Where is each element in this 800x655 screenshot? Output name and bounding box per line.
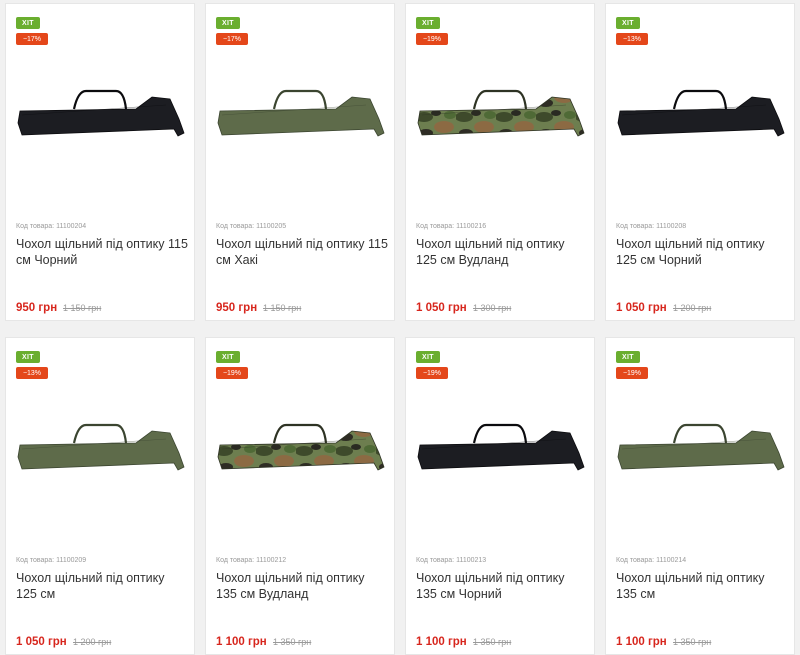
badges: ХІТ −13% [16, 346, 48, 379]
product-title-link[interactable]: Чохол щільний під оптику 115 см Чорний [16, 236, 188, 268]
badges: ХІТ −17% [216, 12, 248, 45]
discount-badge: −19% [216, 367, 248, 379]
discount-badge: −13% [616, 33, 648, 45]
product-code: Код товара: 11100214 [616, 557, 687, 564]
product-old-price: 1 150 грн [263, 303, 302, 313]
product-card[interactable]: ХІТ −17% Код товара: 11100205 Чохол щіль… [205, 3, 395, 321]
product-card[interactable]: ХІТ −13% Код товара: 11100209 Чохол щіль… [5, 337, 195, 655]
product-code: Код товара: 11100205 [216, 223, 287, 230]
badges: ХІТ −19% [416, 346, 448, 379]
product-price: 1 100 грн [216, 636, 267, 648]
product-code: Код товара: 11100216 [416, 223, 487, 230]
product-price: 1 050 грн [416, 302, 467, 314]
product-code: Код товара: 11100208 [616, 223, 687, 230]
gun-case-illustration [217, 423, 385, 471]
hit-badge: ХІТ [16, 351, 40, 363]
product-price: 1 050 грн [616, 302, 667, 314]
product-grid: ХІТ −17% Код товара: 11100204 Чохол щіль… [0, 0, 800, 655]
badges: ХІТ −13% [616, 12, 648, 45]
product-image[interactable] [216, 383, 386, 483]
discount-badge: −17% [16, 33, 48, 45]
badges: ХІТ −19% [616, 346, 648, 379]
gun-case-illustration [617, 89, 785, 137]
gun-case-illustration [417, 423, 585, 471]
product-code: Код товара: 11100209 [16, 557, 87, 564]
product-card[interactable]: ХІТ −17% Код товара: 11100204 Чохол щіль… [5, 3, 195, 321]
product-old-price: 1 350 грн [273, 637, 312, 647]
product-image[interactable] [616, 383, 786, 483]
product-old-price: 1 300 грн [473, 303, 512, 313]
hit-badge: ХІТ [616, 351, 640, 363]
product-price: 1 050 грн [16, 636, 67, 648]
product-image[interactable] [16, 49, 186, 149]
hit-badge: ХІТ [416, 351, 440, 363]
product-title-link[interactable]: Чохол щільний під оптику 135 см Вудланд [216, 570, 388, 602]
product-title-link[interactable]: Чохол щільний під оптику 135 см [616, 570, 788, 602]
product-card[interactable]: ХІТ −19% Код товара: 11100212 Чохол щіль… [205, 337, 395, 655]
product-card[interactable]: ХІТ −19% Код товара: 11100214 Чохол щіль… [605, 337, 795, 655]
badges: ХІТ −19% [216, 346, 248, 379]
product-title-link[interactable]: Чохол щільний під оптику 125 см Чорний [616, 236, 788, 268]
hit-badge: ХІТ [16, 17, 40, 29]
discount-badge: −19% [616, 367, 648, 379]
product-title-link[interactable]: Чохол щільний під оптику 115 см Хакі [216, 236, 388, 268]
gun-case-illustration [17, 423, 185, 471]
badges: ХІТ −17% [16, 12, 48, 45]
product-old-price: 1 350 грн [473, 637, 512, 647]
product-price: 1 100 грн [416, 636, 467, 648]
product-card[interactable]: ХІТ −19% Код товара: 11100213 Чохол щіль… [405, 337, 595, 655]
hit-badge: ХІТ [616, 17, 640, 29]
product-code: Код товара: 11100212 [216, 557, 287, 564]
product-image[interactable] [16, 383, 186, 483]
product-title-link[interactable]: Чохол щільний під оптику 135 см Чорний [416, 570, 588, 602]
hit-badge: ХІТ [416, 17, 440, 29]
product-old-price: 1 150 грн [63, 303, 102, 313]
product-price: 1 100 грн [616, 636, 667, 648]
product-image[interactable] [216, 49, 386, 149]
product-price: 950 грн [216, 302, 258, 314]
product-old-price: 1 350 грн [673, 637, 712, 647]
product-image[interactable] [616, 49, 786, 149]
hit-badge: ХІТ [216, 17, 240, 29]
product-title-link[interactable]: Чохол щільний під оптику 125 см [16, 570, 188, 602]
hit-badge: ХІТ [216, 351, 240, 363]
discount-badge: −13% [16, 367, 48, 379]
discount-badge: −19% [416, 33, 448, 45]
badges: ХІТ −19% [416, 12, 448, 45]
product-card[interactable]: ХІТ −13% Код товара: 11100208 Чохол щіль… [605, 3, 795, 321]
product-card[interactable]: ХІТ −19% Код товара: 11100216 Чохол щіль… [405, 3, 595, 321]
discount-badge: −19% [416, 367, 448, 379]
product-code: Код товара: 11100204 [16, 223, 87, 230]
product-code: Код товара: 11100213 [416, 557, 487, 564]
gun-case-illustration [417, 89, 585, 137]
gun-case-illustration [617, 423, 785, 471]
gun-case-illustration [17, 89, 185, 137]
product-image[interactable] [416, 383, 586, 483]
product-image[interactable] [416, 49, 586, 149]
gun-case-illustration [217, 89, 385, 137]
product-old-price: 1 200 грн [673, 303, 712, 313]
discount-badge: −17% [216, 33, 248, 45]
product-title-link[interactable]: Чохол щільний під оптику 125 см Вудланд [416, 236, 588, 268]
product-price: 950 грн [16, 302, 58, 314]
product-old-price: 1 200 грн [73, 637, 112, 647]
